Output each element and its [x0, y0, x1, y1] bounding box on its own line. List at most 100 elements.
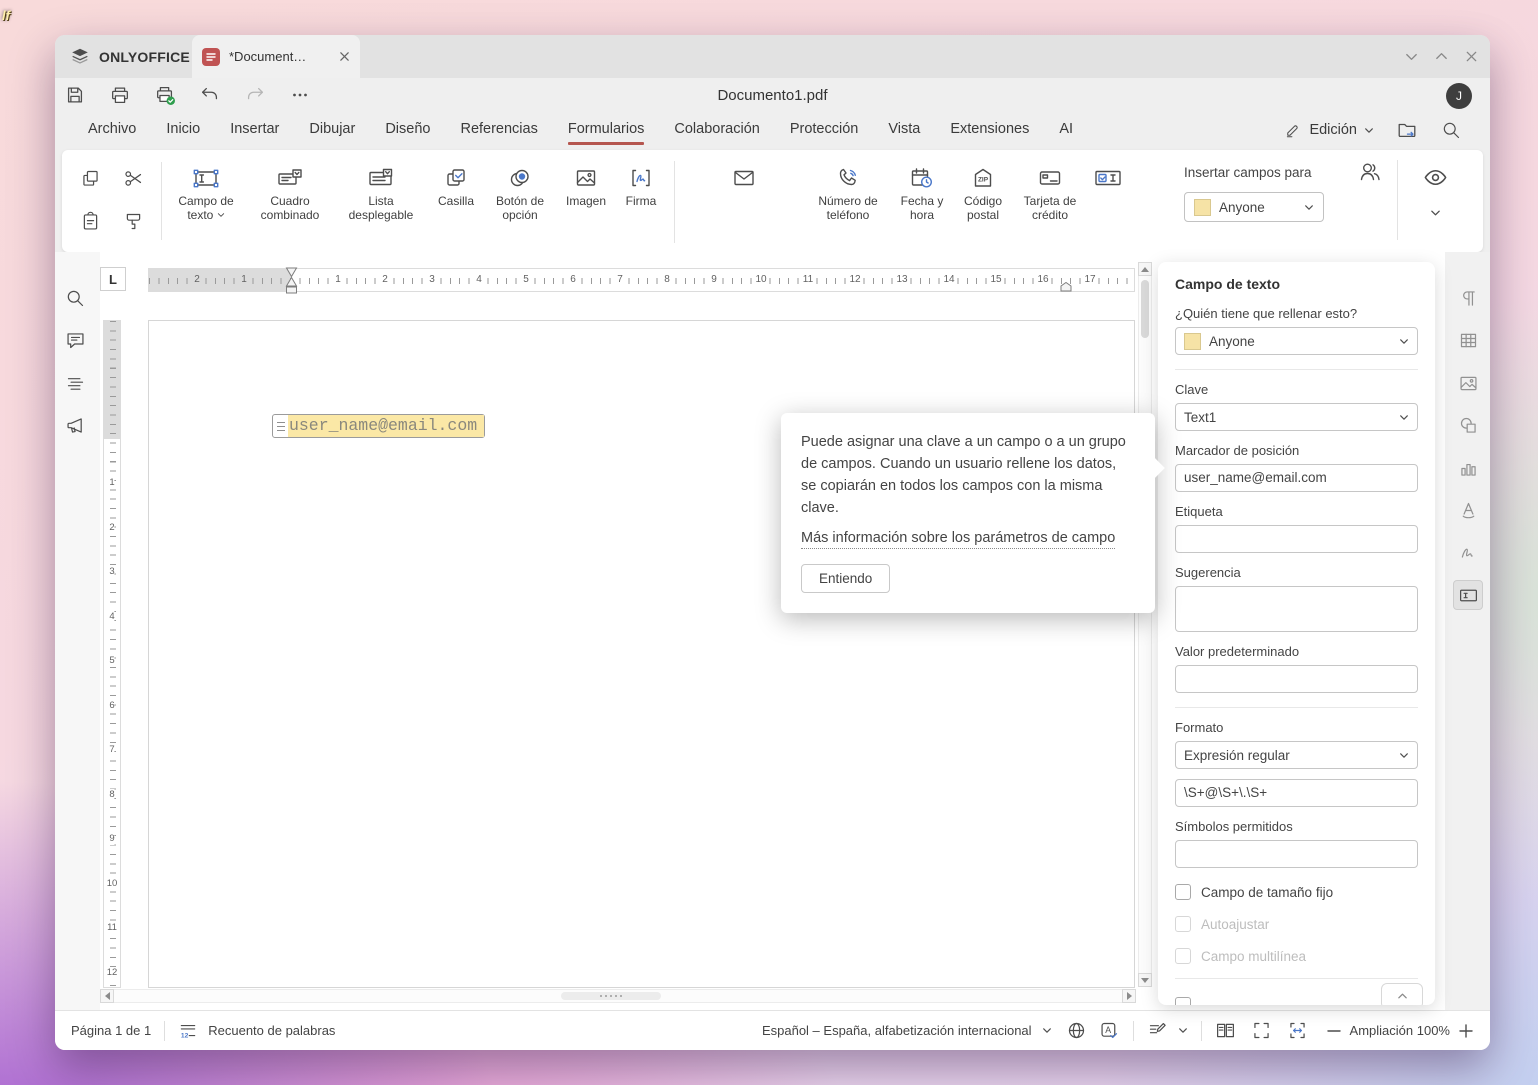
paste-icon[interactable] [75, 206, 105, 236]
format-painter-icon[interactable] [118, 206, 148, 236]
scroll-down-icon[interactable] [1138, 973, 1152, 987]
tab-inicio[interactable]: Inicio [166, 112, 200, 148]
tab-ai[interactable]: AI [1059, 112, 1073, 148]
tab-proteccion[interactable]: Protección [790, 112, 859, 148]
fit-width-button[interactable] [1287, 1020, 1308, 1041]
scroll-right-icon[interactable] [1122, 989, 1136, 1003]
tag-input[interactable] [1175, 525, 1418, 553]
cut-icon[interactable] [118, 163, 148, 193]
avatar[interactable]: J [1446, 83, 1472, 109]
fit-page-button[interactable] [1251, 1020, 1272, 1041]
form-button-image[interactable]: Imagen [557, 158, 615, 246]
form-button-phone[interactable]: Número de teléfono [806, 158, 890, 246]
tab-insertar[interactable]: Insertar [230, 112, 279, 148]
form-button-radio[interactable]: Botón de opción [486, 158, 554, 246]
edit-mode-button[interactable]: Edición [1284, 121, 1374, 139]
tab-dibujar[interactable]: Dibujar [309, 112, 355, 148]
table-icon[interactable] [1453, 325, 1483, 355]
key-select[interactable]: Text1 [1175, 403, 1418, 431]
view-form-icon[interactable] [1422, 164, 1449, 191]
search-icon[interactable] [1440, 119, 1462, 141]
format-select[interactable]: Expresión regular [1175, 741, 1418, 769]
vertical-scrollbar[interactable] [1138, 262, 1152, 987]
redo-icon[interactable] [244, 84, 266, 106]
more-icon[interactable] [289, 84, 311, 106]
indent-marker-right[interactable] [1060, 282, 1072, 292]
save-icon[interactable] [64, 84, 86, 106]
tab-close-icon[interactable] [339, 51, 350, 62]
image-icon[interactable] [1453, 368, 1483, 398]
form-button-text-field[interactable]: Campo de texto [168, 158, 244, 246]
print-icon[interactable] [109, 84, 131, 106]
undo-icon[interactable] [199, 84, 221, 106]
horizontal-scrollbar[interactable] [100, 989, 1136, 1003]
document-tab[interactable]: *Document… [192, 35, 360, 78]
fixed-size-checkbox[interactable]: Campo de tamaño fijo [1175, 884, 1418, 900]
zoom-in-icon[interactable] [1458, 1023, 1474, 1039]
roles-icon[interactable] [1358, 160, 1382, 184]
set-language-button[interactable] [1066, 1020, 1087, 1041]
form-button-signature[interactable]: Firma [618, 158, 664, 246]
tip-input[interactable] [1175, 586, 1418, 632]
form-button-combo-box[interactable]: Cuadro combinado [247, 158, 333, 246]
form-button-complex-field[interactable] [1088, 158, 1128, 246]
form-button-credit-card[interactable]: Tarjeta de crédito [1015, 158, 1085, 246]
tab-diseno[interactable]: Diseño [385, 112, 430, 148]
copy-icon[interactable] [75, 163, 105, 193]
signature-icon[interactable] [1453, 538, 1483, 568]
tab-vista[interactable]: Vista [888, 112, 920, 148]
spellcheck-button[interactable]: A [1099, 1020, 1120, 1041]
panel-role-select[interactable]: Anyone [1175, 327, 1418, 355]
toolbar-role-select[interactable]: Anyone [1184, 192, 1324, 222]
close-icon[interactable] [1464, 49, 1479, 64]
navigation-icon[interactable] [60, 368, 90, 398]
scroll-up-icon[interactable] [1138, 262, 1152, 276]
default-value-input[interactable] [1175, 665, 1418, 693]
maximize-icon[interactable] [1434, 49, 1449, 64]
chevron-down-icon[interactable] [1430, 209, 1441, 217]
form-settings-icon[interactable] [1453, 580, 1483, 610]
tab-stop-selector[interactable]: L [100, 267, 126, 291]
two-pages-view-button[interactable] [1215, 1020, 1236, 1041]
zoom-label[interactable]: Ampliación 100% [1350, 1023, 1450, 1038]
email-form-field[interactable]: user_name@email.com [272, 414, 485, 438]
placeholder-input[interactable]: user_name@email.com [1175, 464, 1418, 492]
tab-referencias[interactable]: Referencias [460, 112, 537, 148]
regex-input[interactable]: \S+@\S+\.\S+ [1175, 779, 1418, 807]
shape-icon[interactable] [1453, 410, 1483, 440]
form-button-email[interactable] [685, 158, 803, 246]
form-button-zip[interactable]: ZIP Código postal [954, 158, 1012, 246]
paragraph-icon[interactable] [1453, 283, 1483, 313]
indent-marker-left[interactable] [285, 267, 298, 294]
search-icon[interactable] [60, 283, 90, 313]
form-button-checkbox[interactable]: Casilla [429, 158, 483, 246]
tab-formularios[interactable]: Formularios [568, 112, 645, 148]
comments-icon[interactable] [60, 325, 90, 355]
word-count-button[interactable]: 12 Recuento de palabras [178, 1021, 335, 1041]
page-indicator[interactable]: Página 1 de 1 [71, 1023, 151, 1038]
open-location-icon[interactable] [1396, 119, 1418, 141]
tooltip-more-info-link[interactable]: Más información sobre los parámetros de … [801, 528, 1115, 549]
tab-extensiones[interactable]: Extensiones [950, 112, 1029, 148]
form-button-dropdown-list[interactable]: Lista desplegable [336, 158, 426, 246]
tab-colaboracion[interactable]: Colaboración [674, 112, 759, 148]
form-button-datetime[interactable]: Fecha y hora [893, 158, 951, 246]
minimize-icon[interactable] [1404, 49, 1419, 64]
brand-name: ONLYOFFICE [99, 49, 190, 65]
track-changes-button[interactable] [1147, 1020, 1188, 1041]
tooltip-ok-button[interactable]: Entiendo [801, 564, 890, 593]
vertical-scroll-thumb[interactable] [1141, 280, 1149, 338]
language-selector[interactable]: Español – España, alfabetización interna… [762, 1023, 1052, 1038]
panel-collapse-button[interactable] [1381, 983, 1423, 1005]
zoom-out-icon[interactable] [1326, 1023, 1342, 1039]
field-drag-handle-icon[interactable] [273, 415, 288, 437]
quick-print-icon[interactable] [154, 84, 176, 106]
tab-archivo[interactable]: Archivo [88, 112, 136, 148]
allowed-symbols-input[interactable] [1175, 840, 1418, 868]
horizontal-scroll-thumb[interactable] [561, 992, 661, 1000]
text-art-icon[interactable] [1453, 495, 1483, 525]
chart-icon[interactable] [1453, 453, 1483, 483]
fit-width-icon [1287, 1020, 1308, 1041]
scroll-left-icon[interactable] [100, 989, 114, 1003]
feedback-icon[interactable] [60, 410, 90, 440]
